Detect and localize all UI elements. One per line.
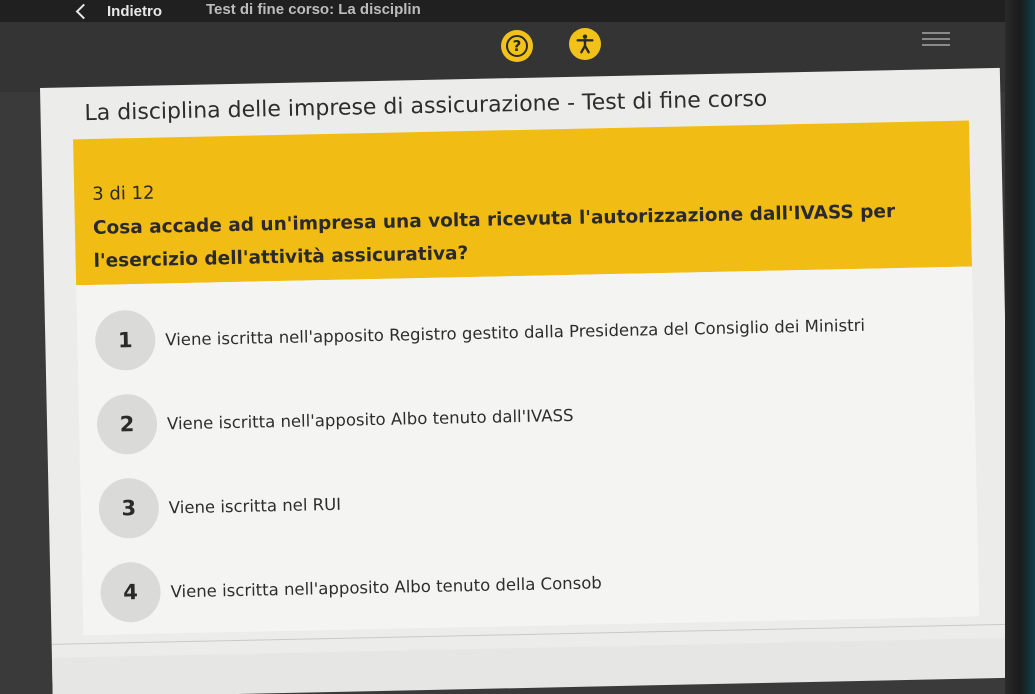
answer-option-4[interactable]: 4 Viene iscritta nell'apposito Albo tenu… xyxy=(82,534,979,633)
answer-number: 2 xyxy=(96,393,158,455)
help-symbol: ? xyxy=(506,35,528,57)
question-counter: 3 di 12 xyxy=(92,182,155,205)
answer-number: 3 xyxy=(98,477,160,539)
test-card: La disciplina delle imprese di assicuraz… xyxy=(40,67,1013,694)
bottom-strip xyxy=(51,637,1013,694)
screen: Indietro Test di fine corso: La discipli… xyxy=(0,0,1035,694)
question-box: 3 di 12 Cosa accade ad un'impresa una vo… xyxy=(73,120,972,286)
answer-option-3[interactable]: 3 Viene iscritta nel RUI xyxy=(80,450,977,549)
top-bar: Indietro Test di fine corso: La discipli… xyxy=(0,0,1035,22)
help-icon[interactable]: ? xyxy=(501,30,533,62)
answer-number: 4 xyxy=(99,561,162,623)
accessibility-figure xyxy=(576,34,594,54)
chevron-left-icon xyxy=(75,3,92,19)
course-title-small: Test di fine corso: La disciplin xyxy=(206,1,421,18)
course-title: La disciplina delle imprese di assicuraz… xyxy=(84,86,768,127)
answer-option-2[interactable]: 2 Viene iscritta nell'apposito Albo tenu… xyxy=(78,367,975,466)
menu-icon[interactable] xyxy=(922,28,950,50)
device-frame-edge xyxy=(1005,0,1035,694)
answer-text: Viene iscritta nell'apposito Albo tenuto… xyxy=(170,572,602,601)
back-button[interactable]: Indietro xyxy=(70,0,162,22)
accessibility-icon[interactable] xyxy=(569,28,601,60)
answer-text: Viene iscritta nel RUI xyxy=(168,494,342,517)
answer-text: Viene iscritta nell'apposito Registro ge… xyxy=(165,315,866,349)
answer-option-1[interactable]: 1 Viene iscritta nell'apposito Registro … xyxy=(76,283,973,382)
answers-panel: 1 Viene iscritta nell'apposito Registro … xyxy=(76,266,980,636)
answer-number: 1 xyxy=(94,309,156,371)
back-label: Indietro xyxy=(107,2,162,20)
answer-text: Viene iscritta nell'apposito Albo tenuto… xyxy=(166,405,574,433)
question-text: Cosa accade ad un'impresa una volta rice… xyxy=(92,201,896,272)
